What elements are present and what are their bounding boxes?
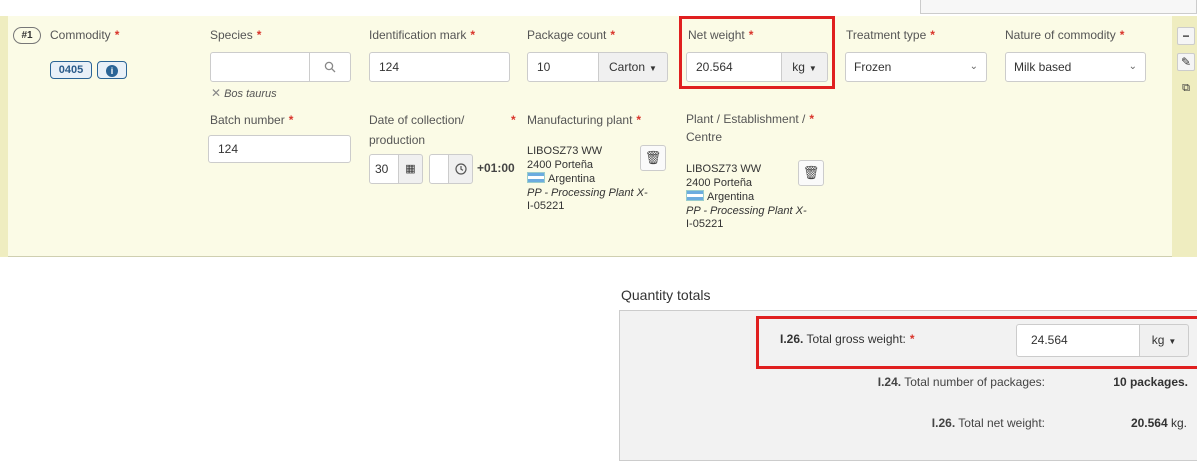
commodity-code-badge[interactable]: 0405 bbox=[50, 61, 92, 79]
search-icon bbox=[324, 61, 336, 73]
mfg-plant-label: Manufacturing plant * bbox=[527, 113, 642, 127]
net-weight-total-label: I.26. Total net weight: bbox=[931, 416, 1045, 430]
species-selected-tag: ✕ Bos taurus bbox=[211, 86, 277, 100]
quantity-totals-heading: Quantity totals bbox=[621, 287, 711, 303]
trash-icon: 🗑 bbox=[802, 165, 820, 180]
chevron-down-icon: ⌄ bbox=[969, 61, 978, 72]
package-count-label: Package count * bbox=[527, 28, 616, 42]
minus-icon[interactable]: − bbox=[1177, 27, 1195, 45]
trash-icon: 🗑 bbox=[644, 150, 662, 165]
argentina-flag-icon bbox=[527, 172, 545, 183]
consignment-form: { "commodity_row": { "index": "#1", "com… bbox=[0, 0, 1197, 461]
time-input[interactable] bbox=[429, 154, 449, 184]
id-mark-input[interactable]: 124 bbox=[369, 52, 510, 82]
row-index-badge: #1 bbox=[13, 27, 41, 44]
nature-label: Nature of commodity * bbox=[1005, 28, 1125, 42]
remove-mfg-plant-button[interactable]: 🗑 bbox=[640, 145, 666, 171]
packages-label: I.24. Total number of packages: bbox=[877, 375, 1045, 389]
package-count-input[interactable]: 10 bbox=[527, 52, 599, 82]
package-unit-dropdown[interactable]: Carton ▼ bbox=[598, 52, 668, 82]
argentina-flag-icon bbox=[686, 190, 704, 201]
batch-label: Batch number * bbox=[210, 113, 294, 127]
clock-icon[interactable] bbox=[448, 154, 473, 184]
remove-species-icon[interactable]: ✕ bbox=[211, 86, 221, 100]
date-day-input[interactable]: 30 bbox=[369, 154, 399, 184]
species-search-button[interactable] bbox=[309, 52, 351, 82]
copy-icon[interactable]: ⧉ bbox=[1177, 80, 1195, 98]
treatment-select[interactable]: Frozen ⌄ bbox=[845, 52, 987, 82]
establishment-label: Plant / Establishment / * Centre bbox=[686, 112, 815, 144]
info-icon[interactable]: i bbox=[97, 61, 127, 79]
remove-establishment-button[interactable]: 🗑 bbox=[798, 160, 824, 186]
packages-value: 10 packages. bbox=[1113, 375, 1188, 389]
gross-weight-highlight bbox=[756, 316, 1197, 369]
species-input[interactable] bbox=[210, 52, 310, 82]
species-label: Species * bbox=[210, 28, 262, 42]
treatment-label: Treatment type * bbox=[846, 28, 935, 42]
panel-left-border bbox=[0, 16, 8, 257]
batch-input[interactable]: 124 bbox=[208, 135, 351, 163]
id-mark-label: Identification mark * bbox=[369, 28, 476, 42]
nature-select[interactable]: Milk based ⌄ bbox=[1005, 52, 1146, 82]
commodity-label: Commodity * bbox=[50, 28, 120, 42]
toolbar-strip bbox=[920, 0, 1197, 14]
net-weight-highlight bbox=[679, 16, 835, 89]
net-weight-total-value: 20.564 kg. bbox=[1130, 416, 1187, 430]
chevron-down-icon: ⌄ bbox=[1128, 61, 1137, 72]
calendar-icon[interactable]: ▦ bbox=[398, 154, 423, 184]
caret-down-icon: ▼ bbox=[649, 64, 657, 73]
timezone-label: +01:00 bbox=[477, 161, 515, 175]
date-label: Date of collection/* production bbox=[369, 113, 516, 147]
pencil-icon[interactable]: ✎ bbox=[1177, 53, 1195, 71]
